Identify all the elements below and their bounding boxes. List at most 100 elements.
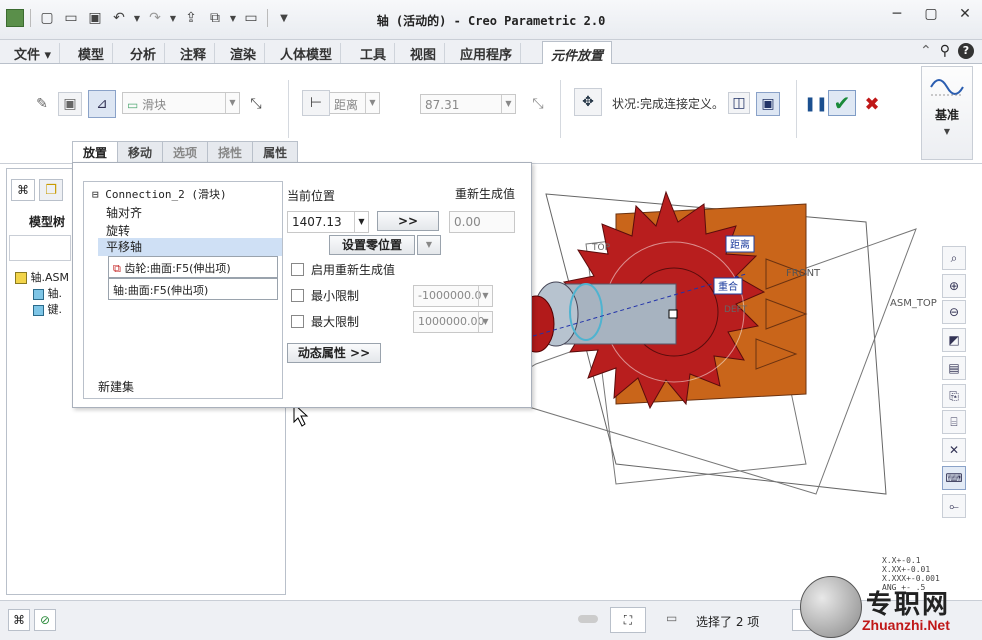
regenerate-icon[interactable]: ⇪ — [181, 8, 201, 28]
tab-flexibility[interactable]: 挠性 — [207, 141, 254, 163]
enable-regen-label: 启用重新生成值 — [311, 263, 396, 277]
zoom-out-icon[interactable]: ⊖ — [942, 300, 966, 324]
repaint-icon[interactable]: ◩ — [942, 328, 966, 352]
zoom-in-icon[interactable]: ⊕ — [942, 274, 966, 298]
windows-dropdown-icon[interactable]: ▼ — [229, 8, 237, 28]
tab-applications[interactable]: 应用程序 — [452, 43, 522, 63]
move-component-icon[interactable]: ✥ — [574, 88, 602, 116]
model-tree-tab-icon[interactable]: ⌘ — [11, 179, 35, 201]
user-defined-icon[interactable]: ✎ — [30, 92, 54, 116]
tab-annotate[interactable]: 注释 — [172, 43, 216, 63]
dynamic-properties-button[interactable]: 动态属性 >> — [287, 343, 381, 363]
enable-regen-checkbox[interactable] — [291, 263, 304, 276]
saved-views-icon[interactable]: ⎘ — [942, 384, 966, 408]
mechanism-connection-icon[interactable]: ⊿ — [88, 90, 116, 118]
folder-browser-tab-icon[interactable]: ❐ — [39, 179, 63, 201]
tab-manikin[interactable]: 人体模型 — [272, 43, 342, 63]
reference-2-field[interactable]: 轴:曲面:F5(伸出项) — [108, 278, 278, 300]
tab-model[interactable]: 模型 — [70, 43, 114, 63]
tab-file[interactable]: 文件 ▾ — [6, 43, 61, 63]
save-icon[interactable]: ▣ — [85, 8, 105, 28]
distance-type-select[interactable]: 距离 ▼ — [330, 92, 380, 114]
cancel-icon[interactable]: ✖ — [860, 92, 884, 116]
undo-icon[interactable]: ↶ — [109, 8, 129, 28]
redo-icon[interactable]: ↷ — [145, 8, 165, 28]
tab-view[interactable]: 视图 — [402, 43, 446, 63]
tree-item[interactable]: 键. — [33, 301, 62, 317]
current-position-input[interactable]: 1407.13 ▼ — [287, 211, 369, 233]
close-window-icon[interactable]: ▭ — [241, 8, 261, 28]
flip-direction-icon[interactable]: ⤡ — [526, 92, 550, 116]
max-limit-label: 最大限制 — [311, 315, 360, 329]
search-icon[interactable]: ⚲ — [940, 43, 950, 59]
constraint-set-icon[interactable]: ▣ — [58, 92, 82, 116]
flip-icon[interactable]: ⤡ — [244, 92, 268, 116]
tree-root[interactable]: 轴.ASM — [15, 269, 69, 285]
tab-render[interactable]: 渲染 — [222, 43, 266, 63]
display-style-icon[interactable]: ▤ — [942, 356, 966, 380]
reference-icon: ⧉ — [113, 262, 121, 275]
new-file-icon[interactable]: ▢ — [37, 8, 57, 28]
pause-icon[interactable]: ❚❚ — [804, 92, 828, 116]
zero-position-dropdown[interactable]: ▼ — [417, 235, 441, 255]
confirm-icon[interactable]: ✔ — [828, 90, 856, 116]
copy-to-regen-button[interactable]: >> — [377, 211, 439, 231]
datum-button[interactable]: 基准 ▼ — [921, 66, 973, 160]
regen-value-input[interactable]: 0.00 — [449, 211, 515, 233]
status-text: 状况:完成连接定义。 — [612, 97, 725, 111]
tab-tools[interactable]: 工具 — [352, 43, 396, 63]
reference-1-field[interactable]: ⧉ 齿轮:曲面:F5(伸出项) — [108, 256, 278, 278]
tab-options[interactable]: 选项 — [162, 141, 209, 163]
annotation-display-icon[interactable]: ⌨ — [942, 466, 966, 490]
tab-move[interactable]: 移动 — [117, 141, 164, 163]
datum-display-icon[interactable]: ✕ — [942, 438, 966, 462]
datum-label: 基准 — [934, 108, 959, 122]
browser-toggle-icon[interactable]: ⊘ — [34, 609, 56, 631]
drag-handle[interactable] — [668, 309, 678, 319]
slider-icon: ▭ — [127, 98, 143, 112]
set-zero-position-button[interactable]: 设置零位置 — [329, 235, 415, 255]
coincident-tag[interactable]: 重合 — [713, 277, 743, 295]
app-icon[interactable] — [6, 9, 24, 27]
tab-placement[interactable]: 放置 — [72, 141, 119, 163]
model-tree-filter[interactable] — [9, 235, 71, 261]
windows-icon[interactable]: ⧉ — [205, 8, 225, 28]
view-manager-icon[interactable]: ⌸ — [942, 410, 966, 434]
open-file-icon[interactable]: ▭ — [61, 8, 81, 28]
regen-value-label: 重新生成值 — [455, 187, 516, 201]
distance-value-input[interactable]: 87.31 ▼ — [420, 94, 516, 114]
connection-display-icon[interactable]: ⟜ — [942, 494, 966, 518]
collapse-ribbon-icon[interactable]: ⌃ — [920, 43, 932, 59]
help-icon[interactable]: ? — [958, 43, 974, 59]
distance-tag[interactable]: 距离 — [725, 235, 755, 253]
connection-type-select[interactable]: ▭ 滑块 ▼ — [122, 92, 240, 114]
model-tree-toggle-icon[interactable]: ⌘ — [8, 609, 30, 631]
max-limit-checkbox[interactable] — [291, 315, 304, 328]
maximize-icon[interactable]: ▢ — [922, 6, 940, 22]
rotation-item[interactable]: 旋转 — [106, 222, 130, 239]
close-icon[interactable]: ✕ — [956, 6, 974, 22]
min-limit-checkbox[interactable] — [291, 289, 304, 302]
ribbon-tabs: 文件 ▾ 模型 分析 注释 渲染 人体模型 工具 视图 应用程序 元件放置 ⌃ … — [0, 40, 982, 65]
translation-axis-item[interactable]: 平移轴 — [98, 238, 282, 256]
separate-window-icon[interactable]: ◫ — [728, 92, 750, 114]
tab-properties[interactable]: 属性 — [252, 141, 299, 163]
refit-icon[interactable]: ⌕ — [942, 246, 966, 270]
tree-item[interactable]: 轴. — [33, 285, 62, 301]
find-icon[interactable]: ⛶ — [610, 607, 646, 633]
minimize-icon[interactable]: ─ — [888, 6, 906, 22]
min-limit-input[interactable]: -1000000.0 ▼ — [413, 285, 493, 307]
assembly-window-icon[interactable]: ▣ — [756, 92, 780, 116]
tab-analysis[interactable]: 分析 — [122, 43, 166, 63]
distance-icon[interactable]: ⊢ — [302, 90, 330, 116]
axis-alignment-item[interactable]: 轴对齐 — [106, 204, 142, 221]
selection-icon: ▭ — [666, 611, 678, 625]
undo-dropdown-icon[interactable]: ▼ — [133, 8, 141, 28]
redo-dropdown-icon[interactable]: ▼ — [169, 8, 177, 28]
new-set-link[interactable]: 新建集 — [98, 378, 134, 395]
max-limit-input[interactable]: 1000000.00 ▼ — [413, 311, 493, 333]
tab-component-placement[interactable]: 元件放置 — [542, 41, 613, 65]
collapse-icon[interactable]: ⊟ — [92, 188, 99, 201]
customize-qat-icon[interactable]: ▼ — [274, 8, 294, 28]
connection-node[interactable]: ⊟ Connection_2 (滑块) — [92, 186, 227, 202]
